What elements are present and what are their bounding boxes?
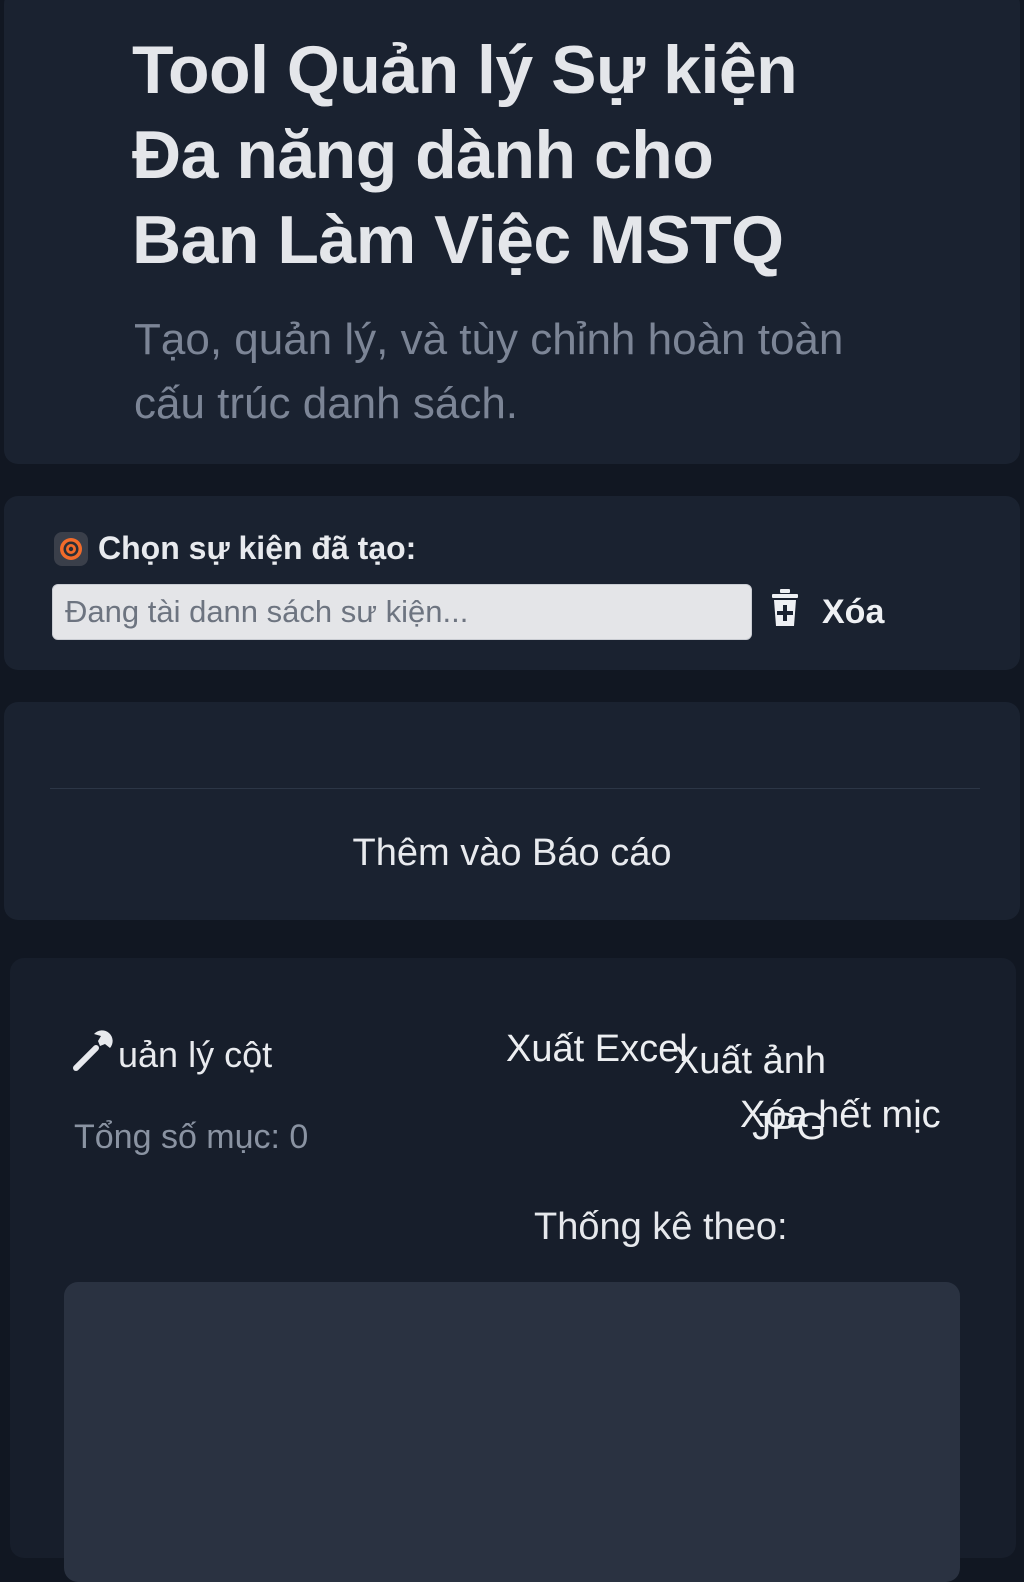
event-select-input[interactable] — [52, 584, 752, 640]
page-title-line-1: Tool Quản lý Sự kiện — [132, 32, 798, 108]
page-title-line-3: Ban Làm Việc MSTQ — [132, 202, 784, 278]
total-items-count: Tổng số mục: 0 — [74, 1118, 309, 1156]
page-subtitle: Tạo, quản lý, và tùy chỉnh hoàn toàn cấu… — [134, 308, 954, 436]
event-select-label: Chọn sự kiện đã tạo: — [54, 530, 416, 567]
wrench-icon — [72, 1028, 118, 1081]
page-subtitle-line-1: Tạo, quản lý, và tùy chỉnh hoàn toàn — [134, 315, 844, 364]
report-card: Thêm vào Báo cáo — [4, 702, 1020, 920]
event-selector-card: Chọn sự kiện đã tạo: Xóa — [4, 496, 1020, 670]
target-icon — [54, 531, 88, 566]
delete-event-button[interactable]: Xóa — [770, 584, 910, 640]
data-management-card: uản lý cột Tổng số mục: 0 Xuất Excel Xuấ… — [10, 958, 1016, 1582]
manage-columns-label: uản lý cột — [118, 1033, 273, 1075]
stats-by-label: Thống kê theo: — [534, 1206, 788, 1248]
delete-event-label: Xóa — [822, 592, 885, 631]
page-title-line-2: Đa năng dành cho — [132, 117, 714, 193]
trash-icon — [770, 588, 800, 637]
stats-panel — [64, 1282, 960, 1582]
add-to-report-button[interactable]: Thêm vào Báo cáo — [4, 820, 1020, 886]
header-card: Tool Quản lý Sự kiện Đa năng dành cho Ba… — [4, 0, 1020, 464]
export-jpg-label-line-1: Xuất ảnh — [673, 1040, 826, 1082]
clear-all-button[interactable]: Xóa hết mịc — [740, 1094, 941, 1137]
page-subtitle-line-2: cấu trúc danh sách. — [134, 379, 519, 428]
divider — [50, 788, 980, 789]
event-select-label-text: Chọn sự kiện đã tạo: — [98, 530, 417, 566]
page-title: Tool Quản lý Sự kiện Đa năng dành cho Ba… — [132, 28, 932, 283]
manage-columns-button[interactable]: uản lý cột — [72, 1028, 272, 1081]
